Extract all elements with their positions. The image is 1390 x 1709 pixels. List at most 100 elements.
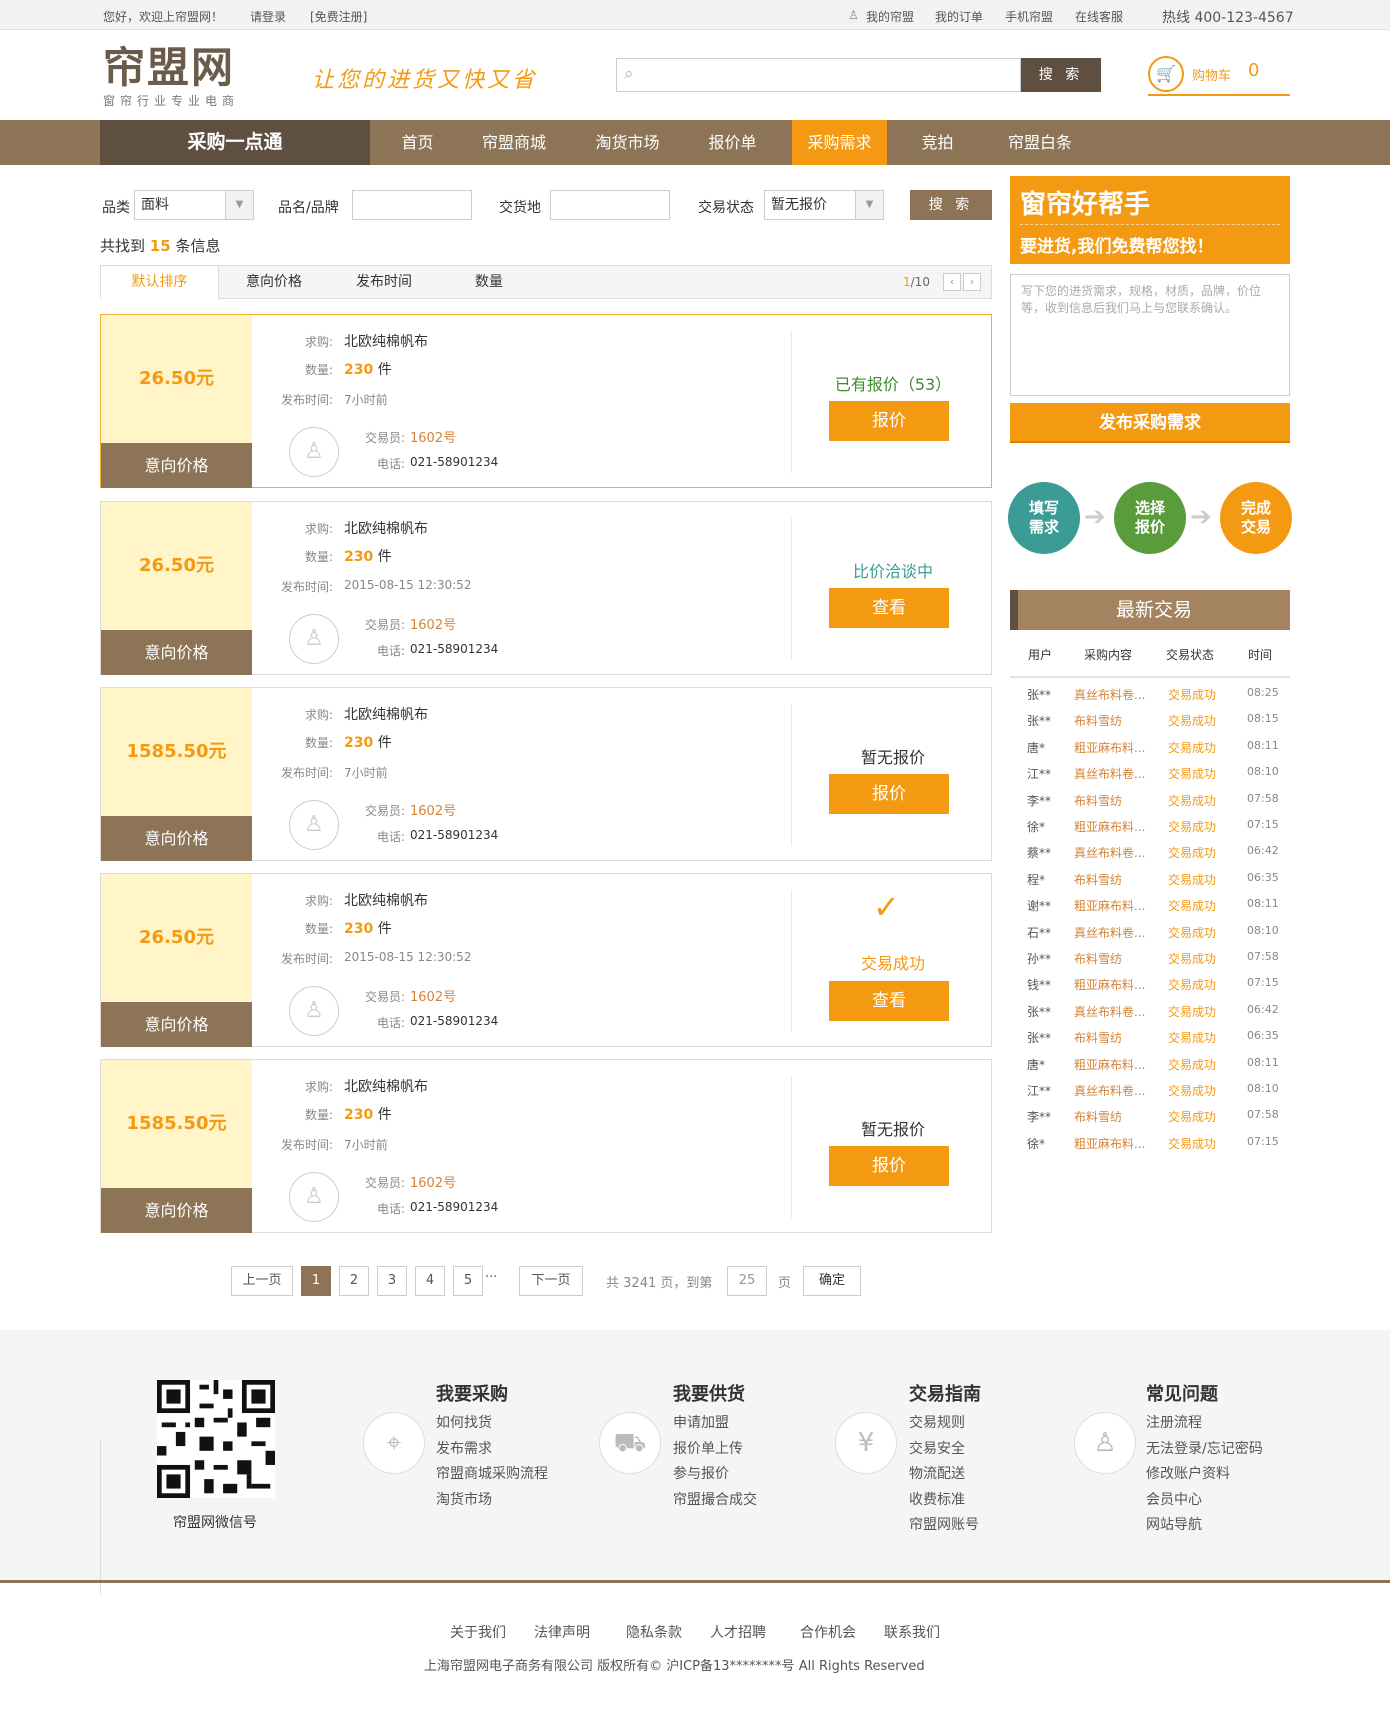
trade-content[interactable]: 真丝布料卷...: [1074, 1003, 1154, 1020]
chevron-left-icon[interactable]: ‹: [943, 273, 961, 291]
nav-purchase[interactable]: 采购需求: [792, 120, 887, 165]
sort-default[interactable]: 默认排序: [101, 266, 219, 300]
sort-quantity[interactable]: 数量: [439, 266, 539, 299]
cart[interactable]: 🛒 购物车 0: [1148, 56, 1290, 96]
footer-link[interactable]: 交易安全: [909, 1438, 965, 1458]
sort-price[interactable]: 意向价格: [219, 266, 329, 299]
trade-content[interactable]: 粗亚麻布料...: [1074, 976, 1154, 993]
link-legal[interactable]: 法律声明: [534, 1622, 590, 1642]
nav-quote[interactable]: 报价单: [685, 120, 780, 165]
link-cooperate[interactable]: 合作机会: [800, 1622, 856, 1642]
my-orders-link[interactable]: 我的订单: [935, 8, 983, 25]
place-input[interactable]: [550, 190, 670, 220]
footer-link[interactable]: 帘盟网账号: [909, 1514, 979, 1534]
page-5[interactable]: 5: [453, 1266, 483, 1296]
footer-link[interactable]: 注册流程: [1146, 1412, 1202, 1432]
trade-content[interactable]: 布料雪纺: [1074, 792, 1154, 809]
seek-label: 求购:: [304, 894, 333, 908]
chevron-right-icon[interactable]: ›: [963, 273, 981, 291]
phone-label: 电话:: [376, 830, 405, 844]
page-3[interactable]: 3: [377, 1266, 407, 1296]
trade-content[interactable]: 布料雪纺: [1074, 1108, 1154, 1125]
purchase-card[interactable]: 26.50元 意向价格 求购: 北欧纯棉帆布 数量: 230 件 发布时间: 2…: [100, 873, 992, 1047]
product-title[interactable]: 北欧纯棉帆布: [344, 1076, 428, 1096]
footer-link[interactable]: 无法登录/忘记密码: [1146, 1438, 1263, 1458]
trade-user: 钱**: [1027, 978, 1052, 993]
footer-link[interactable]: 报价单上传: [673, 1438, 743, 1458]
trade-content[interactable]: 粗亚麻布料...: [1074, 818, 1154, 835]
card-action-button[interactable]: 查看: [829, 981, 949, 1021]
card-action-button[interactable]: 报价: [829, 774, 949, 814]
footer-link[interactable]: 收费标准: [909, 1489, 965, 1509]
trade-content[interactable]: 粗亚麻布料...: [1074, 739, 1154, 756]
card-action-button[interactable]: 报价: [829, 1146, 949, 1186]
footer-link[interactable]: 淘货市场: [436, 1489, 492, 1509]
online-service-link[interactable]: 在线客服: [1075, 8, 1123, 25]
logo[interactable]: 帘盟网: [103, 44, 235, 92]
footer-link[interactable]: 物流配送: [909, 1463, 965, 1483]
footer-link[interactable]: 发布需求: [436, 1438, 492, 1458]
link-jobs[interactable]: 人才招聘: [710, 1622, 766, 1642]
card-action-button[interactable]: 报价: [829, 401, 949, 441]
trade-content[interactable]: 真丝布料卷...: [1074, 924, 1154, 941]
register-link[interactable]: [免费注册]: [310, 8, 367, 25]
link-about[interactable]: 关于我们: [450, 1622, 506, 1642]
trade-content[interactable]: 布料雪纺: [1074, 1029, 1154, 1046]
footer-link[interactable]: 如何找货: [436, 1412, 492, 1432]
page-1[interactable]: 1: [301, 1266, 331, 1296]
link-contact[interactable]: 联系我们: [884, 1622, 940, 1642]
footer-link[interactable]: 网站导航: [1146, 1514, 1202, 1534]
category-select[interactable]: 面料 ▼: [134, 190, 254, 220]
my-account-link[interactable]: 我的帘盟: [866, 8, 914, 25]
nav-mall[interactable]: 帘盟商城: [465, 120, 563, 165]
status-select[interactable]: 暂无报价 ▼: [764, 190, 884, 220]
trade-content[interactable]: 真丝布料卷...: [1074, 686, 1154, 703]
trade-content[interactable]: 真丝布料卷...: [1074, 765, 1154, 782]
mobile-link[interactable]: 手机帘盟: [1005, 8, 1053, 25]
login-link[interactable]: 请登录: [250, 8, 286, 25]
purchase-card[interactable]: 26.50元 意向价格 求购: 北欧纯棉帆布 数量: 230 件 发布时间: 2…: [100, 501, 992, 675]
footer-link[interactable]: 申请加盟: [673, 1412, 729, 1432]
footer-link[interactable]: 会员中心: [1146, 1489, 1202, 1509]
trade-content[interactable]: 粗亚麻布料...: [1074, 897, 1154, 914]
page-4[interactable]: 4: [415, 1266, 445, 1296]
search-input[interactable]: ⌕: [616, 58, 1021, 92]
sort-time[interactable]: 发布时间: [329, 266, 439, 299]
footer-link[interactable]: 帘盟撮合成交: [673, 1489, 757, 1509]
footer-link[interactable]: 参与报价: [673, 1463, 729, 1483]
product-title[interactable]: 北欧纯棉帆布: [344, 890, 428, 910]
trade-content[interactable]: 粗亚麻布料...: [1074, 1056, 1154, 1073]
publish-demand-button[interactable]: 发布采购需求: [1010, 403, 1290, 443]
product-title[interactable]: 北欧纯棉帆布: [344, 518, 428, 538]
purchase-card[interactable]: 26.50元 意向价格 求购: 北欧纯棉帆布 数量: 230 件 发布时间: 7…: [100, 314, 992, 488]
footer-link[interactable]: 交易规则: [909, 1412, 965, 1432]
nav-auction[interactable]: 竞拍: [890, 120, 985, 165]
product-title[interactable]: 北欧纯棉帆布: [344, 331, 428, 351]
trade-content[interactable]: 真丝布料卷...: [1074, 1082, 1154, 1099]
page-2[interactable]: 2: [339, 1266, 369, 1296]
goto-page-input[interactable]: 25: [727, 1266, 767, 1296]
nav-credit[interactable]: 帘盟白条: [990, 120, 1090, 165]
trade-content[interactable]: 真丝布料卷...: [1074, 844, 1154, 861]
next-page-button[interactable]: 下一页: [519, 1266, 583, 1296]
confirm-page-button[interactable]: 确定: [803, 1266, 861, 1296]
footer-link[interactable]: 帘盟商城采购流程: [436, 1463, 548, 1483]
demand-textarea[interactable]: 写下您的进货需求，规格，材质，品牌，价位等，收到信息后我们马上与您联系确认。: [1010, 274, 1290, 396]
trade-content[interactable]: 粗亚麻布料...: [1074, 1135, 1154, 1152]
search-button[interactable]: 搜 索: [1021, 58, 1101, 92]
prev-page-button[interactable]: 上一页: [231, 1266, 293, 1296]
purchase-card[interactable]: 1585.50元 意向价格 求购: 北欧纯棉帆布 数量: 230 件 发布时间:…: [100, 1059, 992, 1233]
nav-home[interactable]: 首页: [370, 120, 465, 165]
card-action-button[interactable]: 查看: [829, 588, 949, 628]
trade-content[interactable]: 布料雪纺: [1074, 950, 1154, 967]
trade-content[interactable]: 布料雪纺: [1074, 712, 1154, 729]
filter-search-button[interactable]: 搜 索: [910, 190, 992, 220]
nav-market[interactable]: 淘货市场: [580, 120, 675, 165]
product-title[interactable]: 北欧纯棉帆布: [344, 704, 428, 724]
footer-link[interactable]: 修改账户资料: [1146, 1463, 1230, 1483]
purchase-card[interactable]: 1585.50元 意向价格 求购: 北欧纯棉帆布 数量: 230 件 发布时间:…: [100, 687, 992, 861]
trade-row: 张** 布料雪纺 交易成功 06:35: [1010, 1029, 1290, 1053]
link-privacy[interactable]: 隐私条款: [626, 1622, 682, 1642]
trade-content[interactable]: 布料雪纺: [1074, 871, 1154, 888]
name-input[interactable]: [352, 190, 472, 220]
